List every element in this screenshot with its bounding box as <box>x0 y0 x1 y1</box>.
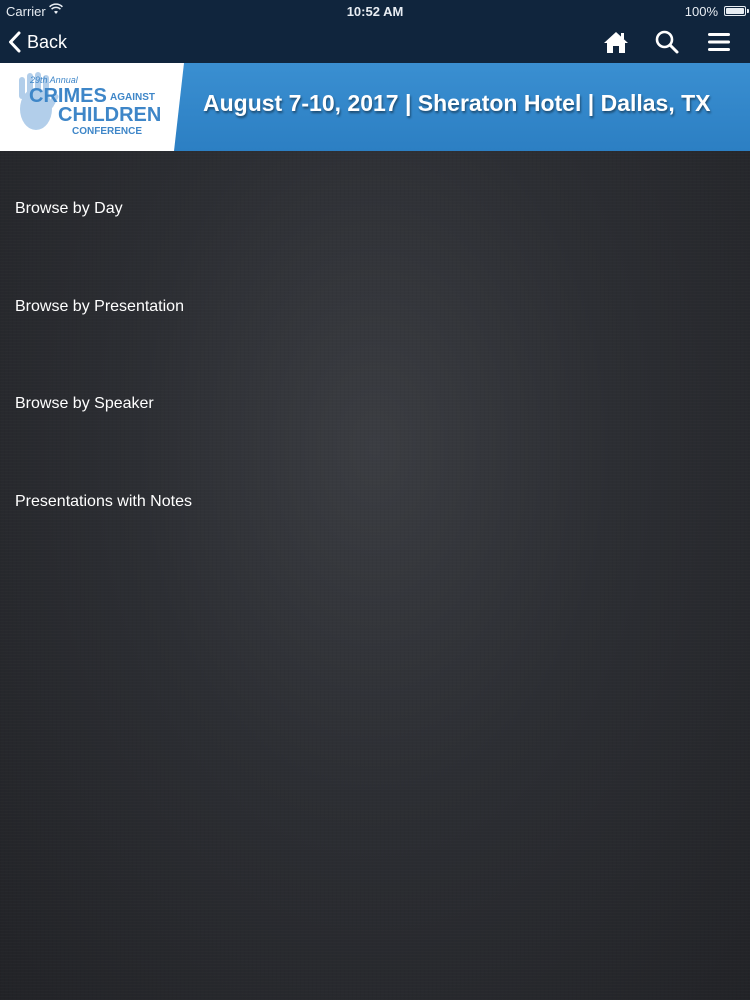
home-icon[interactable] <box>602 29 630 55</box>
search-icon[interactable] <box>653 29 681 55</box>
menu-item-label: Browse by Day <box>15 200 123 217</box>
menu-item-label: Browse by Presentation <box>15 298 184 315</box>
battery-icon <box>724 6 749 16</box>
browse-by-day-item[interactable]: Browse by Day <box>15 189 735 229</box>
menu-icon[interactable] <box>705 29 733 55</box>
browse-by-speaker-item[interactable]: Browse by Speaker <box>15 384 735 424</box>
svg-text:AGAINST: AGAINST <box>110 92 155 103</box>
battery-percent: 100% <box>684 4 718 19</box>
menu-item-label: Browse by Speaker <box>15 395 154 412</box>
conference-banner: 29th Annual CRIMES AGAINST CHILDREN CONF… <box>0 63 750 151</box>
svg-text:CONFERENCE: CONFERENCE <box>72 126 142 137</box>
conference-details-title: August 7-10, 2017 | Sheraton Hotel | Dal… <box>203 90 711 116</box>
conference-logo: 29th Annual CRIMES AGAINST CHILDREN CONF… <box>0 63 184 151</box>
back-button[interactable]: Back <box>8 29 67 55</box>
presentations-with-notes-item[interactable]: Presentations with Notes <box>15 482 735 522</box>
main-content: Browse by Day Browse by Presentation Bro… <box>0 151 750 1000</box>
navigation-bar: Back <box>0 22 750 63</box>
chevron-left-icon <box>9 31 21 53</box>
browse-by-presentation-item[interactable]: Browse by Presentation <box>15 287 735 327</box>
status-bar: Carrier 10:52 AM 100% <box>0 0 750 22</box>
svg-text:29th Annual: 29th Annual <box>29 75 79 85</box>
clock: 10:52 AM <box>346 4 404 19</box>
menu-item-label: Presentations with Notes <box>15 493 192 510</box>
back-label: Back <box>27 31 68 52</box>
svg-text:CHILDREN: CHILDREN <box>58 104 161 126</box>
